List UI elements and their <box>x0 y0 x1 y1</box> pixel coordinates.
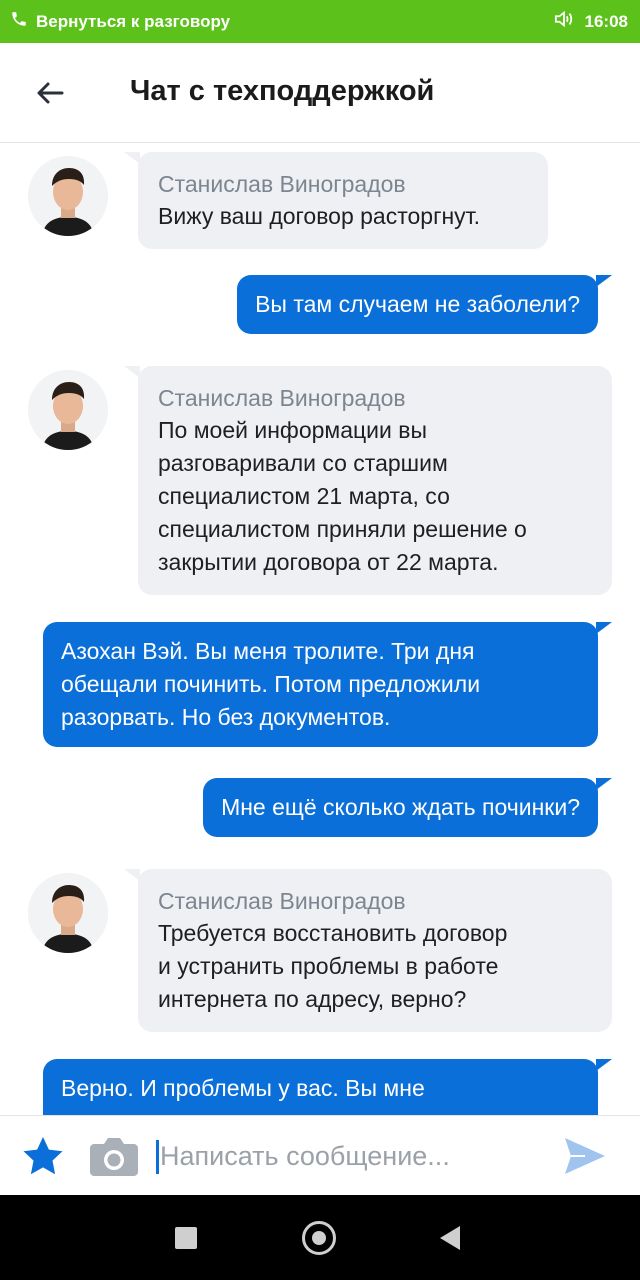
avatar[interactable] <box>28 370 108 450</box>
phone-icon <box>10 10 28 33</box>
sender-name: Станислав Виноградов <box>158 385 406 411</box>
camera-icon <box>90 1138 138 1176</box>
avatar[interactable] <box>28 156 108 236</box>
send-button[interactable] <box>562 1134 608 1178</box>
message-line: Требуется восстановить договор <box>158 920 508 946</box>
favorite-button[interactable] <box>20 1134 66 1180</box>
back-button[interactable] <box>28 73 72 117</box>
sender-name: Станислав Виноградов <box>158 888 406 914</box>
message-line: специалистом приняли решение о <box>158 516 527 542</box>
avatar-icon <box>28 370 108 450</box>
return-to-call-banner[interactable]: Вернуться к разговору <box>10 0 230 43</box>
return-to-call-label: Вернуться к разговору <box>36 11 231 31</box>
avatar-icon <box>28 156 108 236</box>
message-list[interactable]: Станислав Виноградов Вижу ваш договор ра… <box>0 144 640 1115</box>
message-line: интернета по адресу, верно? <box>158 986 467 1012</box>
message-line: обещали починить. Потом предложили <box>61 671 481 697</box>
speaker-icon <box>553 9 585 34</box>
message-text: Вы там случаем не заболели? <box>255 291 580 317</box>
incoming-message-bubble[interactable]: Станислав Виноградов Вижу ваш договор ра… <box>124 152 548 249</box>
message-text: Вижу ваш договор расторгнут. <box>158 203 481 229</box>
avatar-icon <box>28 873 108 953</box>
message-input[interactable] <box>160 1136 540 1176</box>
outgoing-message-bubble[interactable]: Вы там случаем не заболели? <box>237 275 612 334</box>
page-title: Чат с техподдержкой <box>130 75 435 107</box>
message-line: закрытии договора от 22 марта. <box>158 549 499 575</box>
sender-name: Станислав Виноградов <box>158 171 406 197</box>
message-line: и устранить проблемы в работе <box>158 953 499 979</box>
message-line: разговаривали со старшим <box>158 450 448 476</box>
outgoing-message-bubble[interactable]: Верно. И проблемы у вас. Вы мне <box>43 1059 612 1115</box>
status-bar: Вернуться к разговору 16:08 <box>0 0 640 43</box>
home-icon <box>312 1231 326 1245</box>
recents-button[interactable] <box>175 1227 197 1249</box>
message-text: Верно. И проблемы у вас. Вы мне <box>61 1075 425 1101</box>
outgoing-message-bubble[interactable]: Азохан Вэй. Вы меня тролите. Три дня обе… <box>43 622 612 747</box>
incoming-message-bubble[interactable]: Станислав Виноградов Требуется восстанов… <box>124 869 612 1032</box>
incoming-message-bubble[interactable]: Станислав Виноградов По моей информации … <box>124 366 612 595</box>
message-line: Азохан Вэй. Вы меня тролите. Три дня <box>61 638 475 664</box>
home-button[interactable] <box>302 1221 336 1255</box>
system-nav-bar <box>0 1195 640 1280</box>
text-cursor <box>156 1140 159 1174</box>
send-icon <box>565 1138 605 1174</box>
outgoing-message-bubble[interactable]: Мне ещё сколько ждать починки? <box>203 778 612 837</box>
avatar[interactable] <box>28 873 108 953</box>
system-back-button[interactable] <box>440 1226 460 1250</box>
message-line: специалистом 21 марта, со <box>158 483 450 509</box>
arrow-left-icon <box>34 77 66 114</box>
camera-button[interactable] <box>88 1132 140 1180</box>
chat-header: Чат с техподдержкой <box>0 43 640 143</box>
message-line: разорвать. Но без документов. <box>61 704 391 730</box>
star-icon <box>23 1137 63 1175</box>
message-text: Мне ещё сколько ждать починки? <box>221 794 580 820</box>
compose-bar <box>0 1115 640 1195</box>
status-time: 16:08 <box>584 11 628 31</box>
message-line: По моей информации вы <box>158 417 428 443</box>
